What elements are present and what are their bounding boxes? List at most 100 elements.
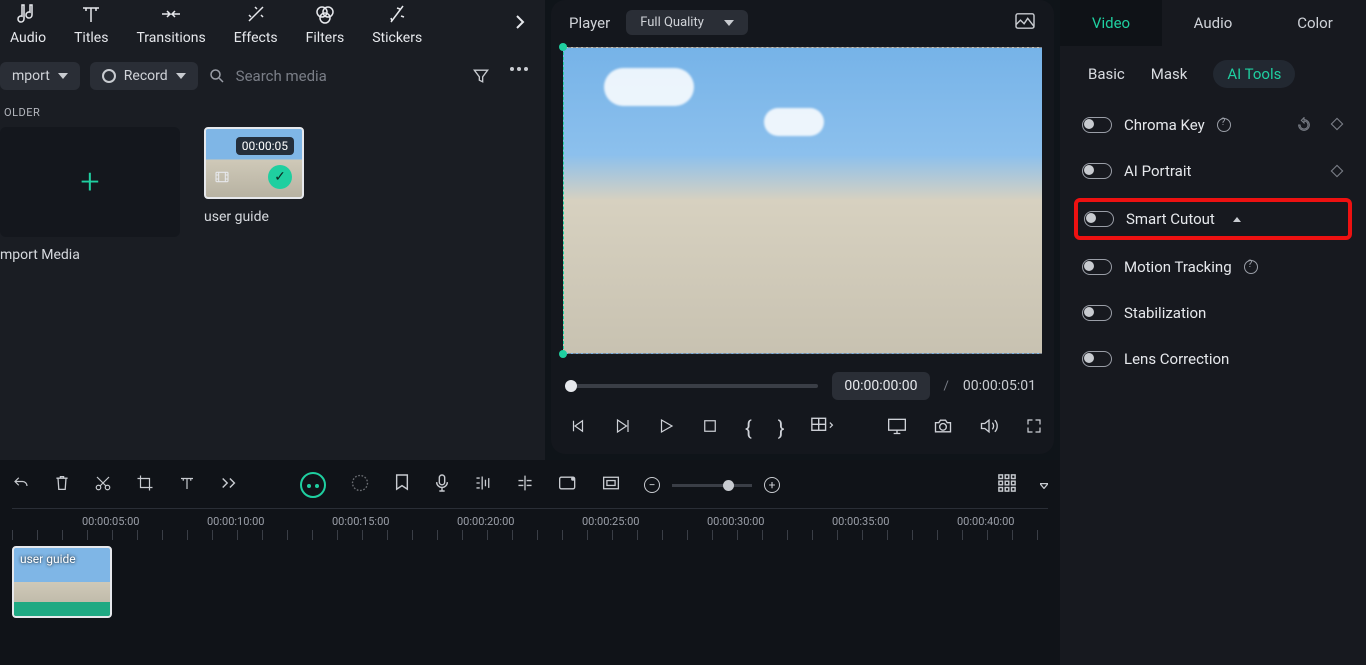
zoom-out-button[interactable]: − [644, 477, 660, 493]
ruler-stamp: 00:00:30:00 [707, 515, 764, 528]
media-grid: + mport Media 00:00:05 ✓ user guide [0, 127, 535, 263]
fullscreen-button[interactable] [1025, 417, 1043, 439]
tag-button[interactable] [558, 475, 578, 495]
play-button[interactable] [657, 417, 675, 439]
timecode-current[interactable]: 00:00:00:00 [832, 372, 929, 400]
tool-audio[interactable]: Audio [10, 2, 46, 46]
speed-button[interactable] [350, 473, 370, 497]
handle-top-left[interactable] [559, 43, 567, 51]
import-media-tile[interactable]: + mport Media [0, 127, 180, 263]
ruler-stamp: 00:00:05:00 [82, 515, 139, 528]
timeline-ruler[interactable]: 00:00:05:00 00:00:10:00 00:00:15:00 00:0… [12, 508, 1048, 540]
player-panel: Player Full Quality 00:00:00:00 / 00:00:… [551, 0, 1054, 454]
grid-view-button[interactable] [998, 474, 1016, 496]
toolbar-scroll-right[interactable] [513, 10, 527, 38]
subtab-basic[interactable]: Basic [1088, 65, 1125, 83]
toggle-motion-tracking[interactable] [1082, 259, 1112, 275]
more-tools[interactable] [220, 476, 238, 494]
quality-dropdown[interactable]: Full Quality [626, 10, 748, 35]
keyframe-icon[interactable] [1330, 117, 1344, 131]
undo-button[interactable] [12, 474, 30, 496]
chroma-key-label: Chroma Key [1124, 116, 1205, 134]
toggle-ai-portrait[interactable] [1082, 163, 1112, 179]
handle-bottom-left[interactable] [559, 350, 567, 358]
toggle-chroma-key[interactable] [1082, 117, 1112, 133]
more-icon[interactable] [509, 66, 529, 72]
delete-button[interactable] [54, 474, 70, 496]
align-button[interactable] [516, 474, 534, 496]
player-label: Player [569, 14, 610, 32]
search-field[interactable] [208, 67, 461, 85]
option-ai-portrait[interactable]: AI Portrait [1074, 152, 1352, 190]
ruler-stamp: 00:00:40:00 [957, 515, 1014, 528]
tab-color[interactable]: Color [1264, 0, 1366, 46]
crop-button[interactable] [136, 474, 154, 496]
tool-filters[interactable]: Filters [306, 2, 345, 46]
zoom-in-button[interactable]: + [764, 477, 780, 493]
toggle-stabilization[interactable] [1082, 305, 1112, 321]
mark-in-button[interactable]: { [745, 416, 752, 440]
import-dropdown[interactable]: mport [0, 62, 80, 90]
filter-icon[interactable] [471, 66, 491, 86]
ai-portrait-label: AI Portrait [1124, 162, 1191, 180]
option-chroma-key[interactable]: Chroma Key [1074, 106, 1352, 144]
tool-effects[interactable]: Effects [234, 2, 278, 46]
volume-button[interactable] [979, 417, 999, 439]
tool-titles[interactable]: Titles [74, 2, 108, 46]
ruler-stamp: 00:00:20:00 [457, 515, 514, 528]
option-smart-cutout[interactable]: Smart Cutout [1074, 198, 1352, 240]
properties-panel: Video Audio Color Basic Mask AI Tools Ch… [1060, 0, 1366, 665]
preview-viewport[interactable] [563, 47, 1042, 354]
ai-tools-list: Chroma Key AI Portrait Smart Cutout Moti… [1060, 100, 1366, 378]
layout-dropdown[interactable] [811, 417, 835, 439]
subtab-mask[interactable]: Mask [1151, 65, 1188, 83]
tool-transitions-label: Transitions [136, 30, 205, 46]
info-icon[interactable] [1244, 260, 1258, 274]
stop-button[interactable] [701, 417, 719, 439]
audio-sync-button[interactable] [474, 474, 492, 496]
toggle-smart-cutout[interactable] [1084, 211, 1114, 227]
timeline-track[interactable]: user guide [12, 540, 1048, 618]
tab-audio[interactable]: Audio [1162, 0, 1264, 46]
toggle-lens-correction[interactable] [1082, 351, 1112, 367]
marker-button[interactable] [394, 473, 410, 497]
tool-transitions[interactable]: Transitions [136, 2, 205, 46]
mic-button[interactable] [434, 473, 450, 497]
display-button[interactable] [887, 417, 907, 439]
media-clip[interactable]: 00:00:05 ✓ user guide [204, 127, 384, 263]
option-lens-correction[interactable]: Lens Correction [1074, 340, 1352, 378]
timeline-panel: − + 00:00:05:00 00:00:10:00 00:00:15:00 … [0, 460, 1060, 665]
cut-button[interactable] [94, 474, 112, 496]
keyframe-icon[interactable] [1330, 164, 1344, 178]
frame-button[interactable] [602, 475, 620, 495]
tab-video[interactable]: Video [1060, 0, 1162, 46]
ruler-stamp: 00:00:15:00 [332, 515, 389, 528]
lens-correction-label: Lens Correction [1124, 350, 1229, 368]
search-input[interactable] [236, 67, 406, 85]
stabilization-label: Stabilization [1124, 304, 1206, 322]
tool-stickers[interactable]: Stickers [372, 2, 422, 46]
zoom-slider[interactable] [672, 484, 752, 487]
play-prev-button[interactable] [613, 417, 631, 439]
seek-bar[interactable] [569, 384, 818, 388]
info-icon[interactable] [1217, 118, 1231, 132]
timeline-clip[interactable]: user guide [12, 546, 112, 618]
text-button[interactable] [178, 474, 196, 496]
camera-button[interactable] [933, 417, 953, 439]
option-stabilization[interactable]: Stabilization [1074, 294, 1352, 332]
smart-cutout-label: Smart Cutout [1126, 210, 1215, 228]
quality-label: Full Quality [640, 15, 704, 30]
record-label: Record [124, 68, 168, 84]
media-controls: mport Record [0, 56, 535, 100]
record-dropdown[interactable]: Record [90, 62, 198, 90]
mark-out-button[interactable]: } [778, 416, 785, 440]
prev-frame-button[interactable] [569, 417, 587, 439]
option-motion-tracking[interactable]: Motion Tracking [1074, 248, 1352, 286]
grid-options[interactable] [1040, 478, 1048, 493]
reset-icon[interactable] [1296, 117, 1312, 133]
ai-robot-button[interactable] [300, 472, 326, 498]
snapshot-button[interactable] [1014, 12, 1036, 34]
tool-titles-label: Titles [74, 30, 108, 46]
timeline-clip-name: user guide [20, 552, 76, 566]
subtab-ai-tools[interactable]: AI Tools [1213, 60, 1295, 88]
